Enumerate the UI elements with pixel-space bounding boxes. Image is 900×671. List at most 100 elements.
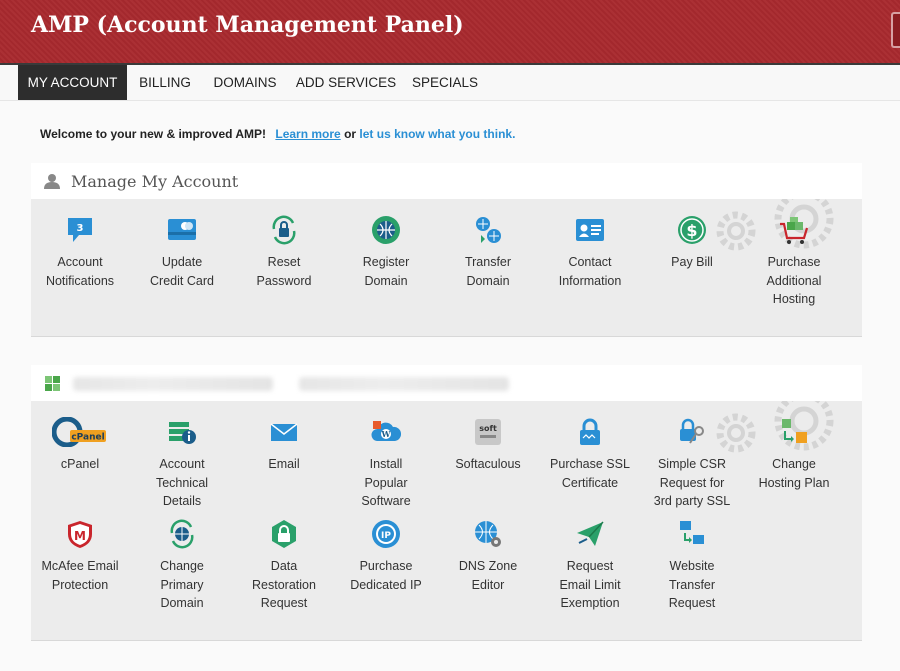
tile-label: Email — [268, 457, 300, 471]
send-arrow-icon — [577, 521, 604, 546]
install-popular-software-tile[interactable]: W Install Popular Software — [335, 417, 437, 511]
manage-account-header: Manage My Account — [31, 163, 862, 199]
tile-label: Purchase Dedicated IP — [350, 559, 422, 592]
purchase-ssl-tile[interactable]: Purchase SSL Certificate — [539, 417, 641, 492]
change-domain-icon — [170, 519, 194, 549]
hosting-cube-icon — [45, 376, 60, 391]
server-info-icon — [169, 422, 196, 444]
dollar-coin-icon: $ — [678, 216, 706, 244]
register-domain-tile[interactable]: Register Domain — [335, 215, 437, 290]
hosting-account-name-redacted — [73, 377, 273, 391]
account-notifications-tile[interactable]: 3 Account Notifications — [31, 215, 131, 290]
hosting-panel: cPanel cPanel Account Technical Details … — [31, 401, 862, 641]
transfer-globes-icon — [476, 217, 501, 243]
request-email-limit-exemption-tile[interactable]: Request Email Limit Exemption — [539, 519, 641, 613]
change-plan-cubes-icon — [782, 419, 807, 443]
app-header: AMP (Account Management Panel) — [0, 0, 900, 63]
globe-badge-icon — [372, 216, 400, 244]
softaculous-tile[interactable]: soft Softaculous — [437, 417, 539, 474]
mcafee-logo-text: M — [74, 529, 86, 543]
tab-billing[interactable]: BILLING — [132, 65, 198, 100]
ssl-lock-icon — [580, 418, 600, 445]
data-restoration-request-tile[interactable]: Data Restoration Request — [233, 519, 335, 613]
tile-label: Request Email Limit Exemption — [559, 559, 621, 610]
tab-specials[interactable]: SPECIALS — [406, 65, 484, 100]
contact-information-tile[interactable]: Contact Information — [539, 215, 641, 290]
restore-lock-icon — [272, 520, 296, 548]
purchase-additional-hosting-tile[interactable]: Purchase Additional Hosting — [743, 215, 845, 309]
tab-my-account[interactable]: MY ACCOUNT — [18, 65, 127, 100]
user-icon — [44, 174, 60, 189]
tile-label: Contact Information — [558, 255, 622, 288]
update-credit-card-tile[interactable]: Update Credit Card — [131, 215, 233, 290]
welcome-text: Welcome to your new & improved AMP! — [40, 127, 267, 141]
purchase-dedicated-ip-tile[interactable]: IP Purchase Dedicated IP — [335, 519, 437, 594]
pay-bill-tile[interactable]: $ Pay Bill — [641, 215, 743, 272]
tile-label: DNS Zone Editor — [458, 559, 518, 592]
softaculous-icon: soft — [475, 419, 501, 445]
change-hosting-plan-tile[interactable]: Change Hosting Plan — [743, 417, 845, 492]
feedback-link[interactable]: let us know what you think. — [359, 127, 515, 141]
simple-csr-request-tile[interactable]: Simple CSR Request for 3rd party SSL — [641, 417, 743, 511]
cpanel-tile[interactable]: cPanel cPanel — [31, 417, 131, 474]
main-nav: MY ACCOUNT BILLING DOMAINS ADD SERVICES … — [0, 65, 900, 101]
tile-label: Change Hosting Plan — [758, 457, 830, 490]
software-cloud-icon: W — [371, 421, 401, 441]
softaculous-logo-text: soft — [479, 424, 497, 433]
tile-label: Data Restoration Request — [252, 559, 316, 610]
mcafee-email-protection-tile[interactable]: M McAfee Email Protection — [31, 519, 131, 594]
main-content: Welcome to your new & improved AMP! Lear… — [0, 101, 900, 671]
manage-account-title: Manage My Account — [71, 172, 239, 191]
mcafee-shield-icon: M — [68, 521, 92, 548]
tile-label: Update Credit Card — [150, 255, 214, 288]
welcome-or: or — [340, 127, 360, 141]
cpanel-icon: cPanel — [52, 417, 106, 447]
website-transfer-icon — [680, 521, 704, 544]
tile-label: Website Transfer Request — [668, 559, 716, 610]
tile-label: Install Popular Software — [361, 457, 411, 508]
transfer-domain-tile[interactable]: Transfer Domain — [437, 215, 539, 290]
shopping-cart-icon — [780, 217, 809, 244]
learn-more-link[interactable]: Learn more — [275, 127, 340, 141]
header-side-tab[interactable] — [891, 12, 900, 48]
app-title: AMP (Account Management Panel) — [31, 12, 464, 38]
tile-label: cPanel — [60, 457, 100, 471]
tab-add-services[interactable]: ADD SERVICES — [294, 65, 398, 100]
dns-zone-editor-tile[interactable]: DNS Zone Editor — [437, 519, 539, 594]
svg-text:W: W — [381, 429, 392, 439]
ip-logo-text: IP — [381, 531, 391, 541]
svg-text:$: $ — [686, 221, 697, 240]
tile-label: Pay Bill — [671, 255, 713, 269]
welcome-message: Welcome to your new & improved AMP! Lear… — [40, 127, 515, 141]
tile-label: Purchase SSL Certificate — [550, 457, 630, 490]
envelope-icon — [270, 423, 298, 441]
lock-key-icon — [680, 418, 704, 444]
email-tile[interactable]: Email — [233, 417, 335, 474]
tile-label: Account Technical Details — [155, 457, 209, 508]
tile-label: McAfee Email Protection — [41, 559, 119, 592]
tile-label: Change Primary Domain — [160, 559, 204, 610]
globe-gear-icon — [475, 521, 501, 547]
notification-count: 3 — [77, 223, 84, 234]
hosting-account-header — [31, 365, 862, 401]
manage-account-panel: 3 Account Notifications Update Credit Ca… — [31, 199, 862, 337]
tile-label: Register Domain — [362, 255, 410, 288]
lock-reset-icon — [272, 215, 296, 245]
tile-label: Account Notifications — [45, 255, 115, 288]
ip-badge-icon: IP — [372, 520, 400, 548]
tile-label: Simple CSR Request for 3rd party SSL — [653, 457, 731, 508]
change-primary-domain-tile[interactable]: Change Primary Domain — [131, 519, 233, 613]
cpanel-logo-text: cPanel — [71, 433, 104, 443]
account-technical-details-tile[interactable]: Account Technical Details — [131, 417, 233, 511]
tile-label: Reset Password — [256, 255, 312, 288]
hosting-plan-redacted — [299, 377, 509, 391]
contact-card-icon — [576, 219, 604, 241]
notification-bubble-icon: 3 — [68, 218, 92, 242]
website-transfer-request-tile[interactable]: Website Transfer Request — [641, 519, 743, 613]
reset-password-tile[interactable]: Reset Password — [233, 215, 335, 290]
tile-label: Purchase Additional Hosting — [766, 255, 822, 306]
tab-domains[interactable]: DOMAINS — [207, 65, 283, 100]
tile-label: Softaculous — [455, 457, 521, 471]
credit-card-icon — [168, 219, 196, 240]
tile-label: Transfer Domain — [464, 255, 512, 288]
